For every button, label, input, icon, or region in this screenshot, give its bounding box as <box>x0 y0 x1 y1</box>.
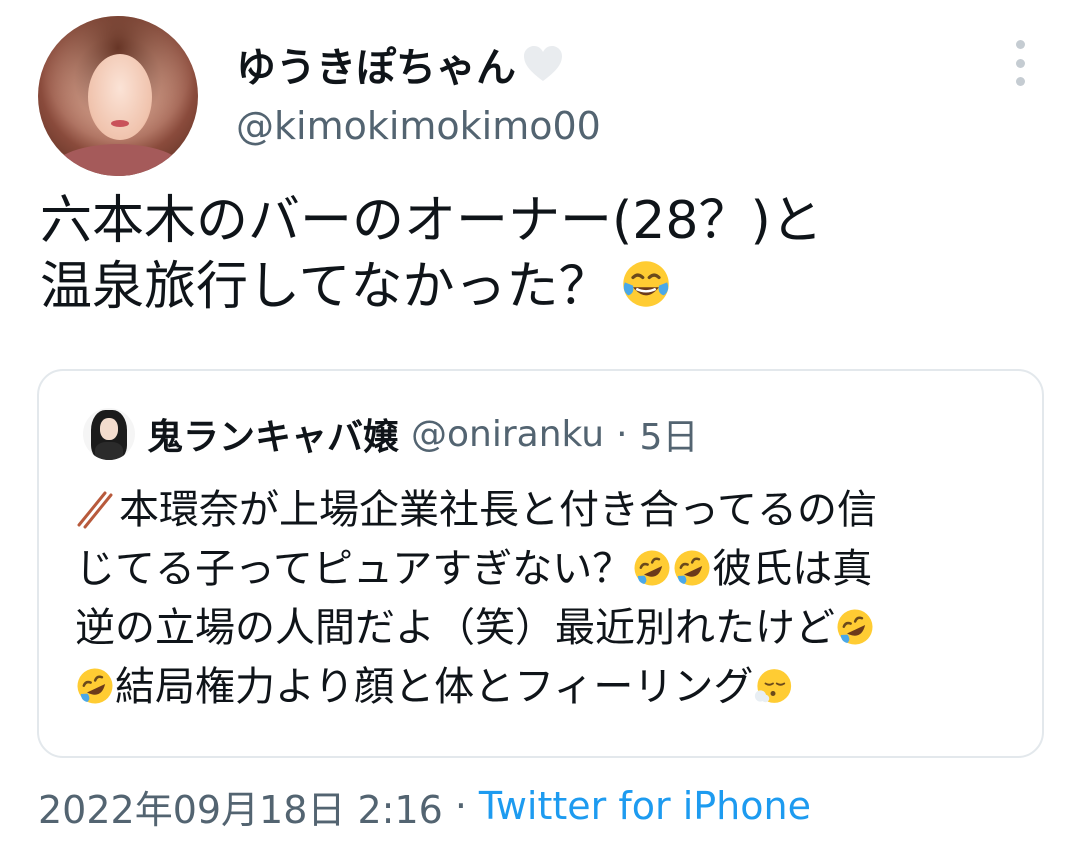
tweet: ゆうきぽちゃん @kimokimokimo00 六本木のバーのオーナー(28？)… <box>0 0 1080 852</box>
quoted-text: 本環奈が上場企業社長と付き合ってるの信 <box>119 487 877 533</box>
footer-separator: · <box>454 784 467 828</box>
author-name-row: ゆうきぽちゃん <box>236 34 564 94</box>
quoted-author-handle: @oniranku <box>411 413 605 455</box>
author-handle[interactable]: @kimokimokimo00 <box>236 104 601 148</box>
rolling-on-floor-laughing-icon <box>632 546 672 586</box>
face-with-tears-of-joy-icon <box>620 258 672 310</box>
quoted-text-line-3: 逆の立場の人間だよ（笑）最近別れたけど <box>75 599 1025 658</box>
tweet-text: 六本木のバーのオーナー(28？)と 温泉旅行してなかった？ <box>40 188 1050 320</box>
face-exhaling-icon <box>753 664 793 704</box>
rolling-on-floor-laughing-icon <box>835 605 875 645</box>
tweet-footer: 2022年09月18日 2:16 · Twitter for iPhone <box>38 780 811 832</box>
rolling-on-floor-laughing-icon <box>672 546 712 586</box>
quoted-tweet-header: 鬼ランキャバ嬢 @oniranku · 5日 <box>83 407 698 461</box>
header-separator: · <box>616 413 628 455</box>
author-display-name[interactable]: ゆうきぽちゃん <box>236 35 516 93</box>
more-options-icon[interactable] <box>1008 40 1032 86</box>
quoted-tweet-text: 本環奈が上場企業社長と付き合ってるの信 じてる子ってピュアすぎない？ 彼氏は真 … <box>75 481 1025 717</box>
quoted-tweet[interactable]: 鬼ランキャバ嬢 @oniranku · 5日 本環奈が上場企業社長と付き合ってる… <box>37 369 1044 758</box>
chopsticks-icon <box>75 487 115 529</box>
quoted-text-line-1: 本環奈が上場企業社長と付き合ってるの信 <box>75 481 1025 540</box>
tweet-text-line: 六本木のバーのオーナー(28？)と <box>40 191 823 251</box>
tweet-text-line: 温泉旅行してなかった？ <box>40 257 611 317</box>
quoted-text: 逆の立場の人間だよ（笑）最近別れたけど <box>75 605 835 651</box>
heart-icon <box>522 44 564 84</box>
quoted-author-display-name: 鬼ランキャバ嬢 <box>147 417 400 458</box>
quoted-text: 結局権力より顔と体とフィーリング <box>115 664 754 710</box>
quoted-text-line-2: じてる子ってピュアすぎない？ 彼氏は真 <box>75 540 1025 599</box>
quoted-text-line-4: 結局権力より顔と体とフィーリング <box>75 658 1025 717</box>
tweet-source-link[interactable]: Twitter for iPhone <box>479 784 811 828</box>
author-avatar[interactable] <box>38 16 198 176</box>
tweet-text-line-2: 温泉旅行してなかった？ <box>40 254 1050 320</box>
rolling-on-floor-laughing-icon <box>75 664 115 704</box>
quoted-text: 彼氏は真 <box>712 546 873 592</box>
quoted-text: じてる子ってピュアすぎない？ <box>75 546 633 592</box>
tweet-timestamp[interactable]: 2022年09月18日 2:16 <box>38 779 443 834</box>
quoted-tweet-time: 5日 <box>639 417 699 458</box>
quoted-author-avatar <box>83 408 135 460</box>
